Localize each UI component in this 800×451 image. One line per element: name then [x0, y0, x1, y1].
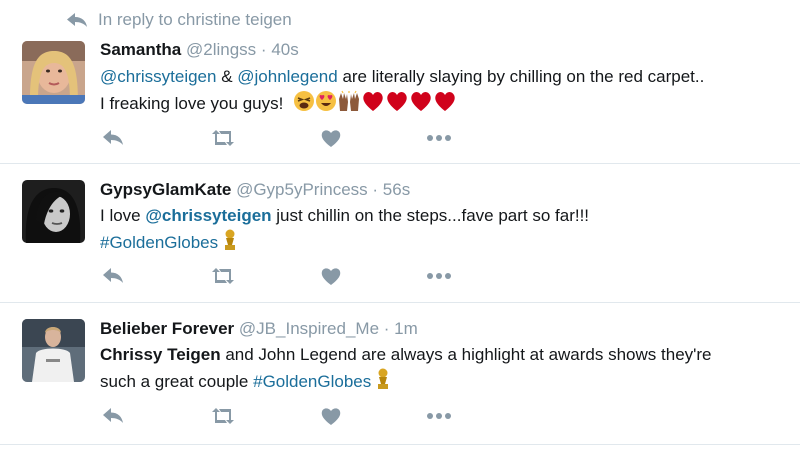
hashtag-link[interactable]: #GoldenGlobes — [100, 233, 218, 252]
text-segment: such a great couple — [100, 372, 254, 391]
tweet-divider — [0, 444, 800, 445]
retweet-icon — [212, 408, 234, 424]
like-button[interactable] — [318, 264, 344, 288]
retweet-button[interactable] — [210, 126, 236, 150]
tweet-actions — [100, 404, 460, 428]
text-segment: just chillin on the steps...fave part so… — [271, 206, 590, 225]
more-button[interactable] — [426, 404, 452, 428]
tweet-header: Belieber Forever @JB_Inspired_Me · 1m — [100, 318, 790, 340]
more-button[interactable] — [426, 126, 452, 150]
tired-face-emoji — [293, 91, 314, 111]
avatar[interactable] — [22, 180, 85, 243]
reply-icon — [103, 130, 123, 145]
golden-globe-trophy-icon — [224, 229, 235, 250]
more-button[interactable] — [426, 264, 452, 288]
reply-button[interactable] — [100, 264, 126, 288]
raised-hands-emoji — [338, 90, 359, 111]
tweet-header: Samantha @2lingss · 40s — [100, 39, 790, 61]
text-segment: I love — [100, 206, 146, 225]
tweet-text: I love @chrissyteigen just chillin on th… — [100, 202, 790, 256]
heart-eyes-emoji — [315, 91, 336, 111]
tweet[interactable]: Belieber Forever @JB_Inspired_Me · 1m Ch… — [0, 303, 800, 451]
like-icon — [321, 268, 341, 285]
text-segment: and John Legend are always a highlight a… — [220, 345, 712, 364]
retweet-button[interactable] — [210, 404, 236, 428]
timestamp[interactable]: 1m — [394, 319, 418, 338]
user-handle[interactable]: @Gyp5yPrincess — [236, 180, 368, 199]
user-name[interactable]: Samantha — [100, 40, 181, 59]
mention-link[interactable]: @johnlegend — [237, 67, 337, 86]
like-button[interactable] — [318, 404, 344, 428]
highlighted-text: Chrissy Teigen — [100, 345, 221, 364]
text-segment: I freaking love you guys! — [100, 94, 289, 113]
red-heart-emoji — [363, 92, 383, 111]
like-icon — [321, 408, 341, 425]
text-segment: are literally slaying by chilling on the… — [337, 67, 705, 86]
tweet-actions — [100, 264, 460, 288]
tweet[interactable]: Samantha @2lingss · 40s @chrissyteigen &… — [0, 0, 800, 162]
user-handle[interactable]: @JB_Inspired_Me — [239, 319, 379, 338]
tweet[interactable]: GypsyGlamKate @Gyp5yPrincess · 56s I lov… — [0, 164, 800, 302]
user-name[interactable]: Belieber Forever — [100, 319, 234, 338]
user-handle[interactable]: @2lingss — [186, 40, 256, 59]
mention-link[interactable]: @chrissyteigen — [145, 206, 271, 225]
separator: · — [372, 180, 379, 199]
more-icon — [427, 413, 451, 419]
tweet-text: Chrissy Teigen and John Legend are alway… — [100, 341, 790, 395]
retweet-icon — [212, 268, 234, 284]
tweet-actions — [100, 126, 460, 150]
golden-globe-trophy-icon — [377, 368, 388, 389]
reply-button[interactable] — [100, 126, 126, 150]
reply-button[interactable] — [100, 404, 126, 428]
tweet-text: @chrissyteigen & @johnlegend are literal… — [100, 63, 790, 117]
separator: · — [260, 40, 267, 59]
red-heart-emoji — [435, 92, 455, 111]
retweet-button[interactable] — [210, 264, 236, 288]
timestamp[interactable]: 56s — [383, 180, 410, 199]
emoji-row — [288, 90, 457, 113]
avatar[interactable] — [22, 41, 85, 104]
reply-icon — [103, 408, 123, 423]
avatar[interactable] — [22, 319, 85, 382]
mention-link[interactable]: @chrissyteigen — [100, 67, 216, 86]
retweet-icon — [212, 130, 234, 146]
timestamp[interactable]: 40s — [271, 40, 298, 59]
text-segment: & — [216, 67, 238, 86]
tweet-header: GypsyGlamKate @Gyp5yPrincess · 56s — [100, 179, 790, 201]
red-heart-emoji — [387, 92, 407, 111]
more-icon — [427, 135, 451, 141]
user-name[interactable]: GypsyGlamKate — [100, 180, 231, 199]
red-heart-emoji — [411, 92, 431, 111]
more-icon — [427, 273, 451, 279]
like-icon — [321, 130, 341, 147]
like-button[interactable] — [318, 126, 344, 150]
reply-icon — [103, 268, 123, 283]
separator: · — [383, 319, 390, 338]
hashtag-link[interactable]: #GoldenGlobes — [253, 372, 371, 391]
